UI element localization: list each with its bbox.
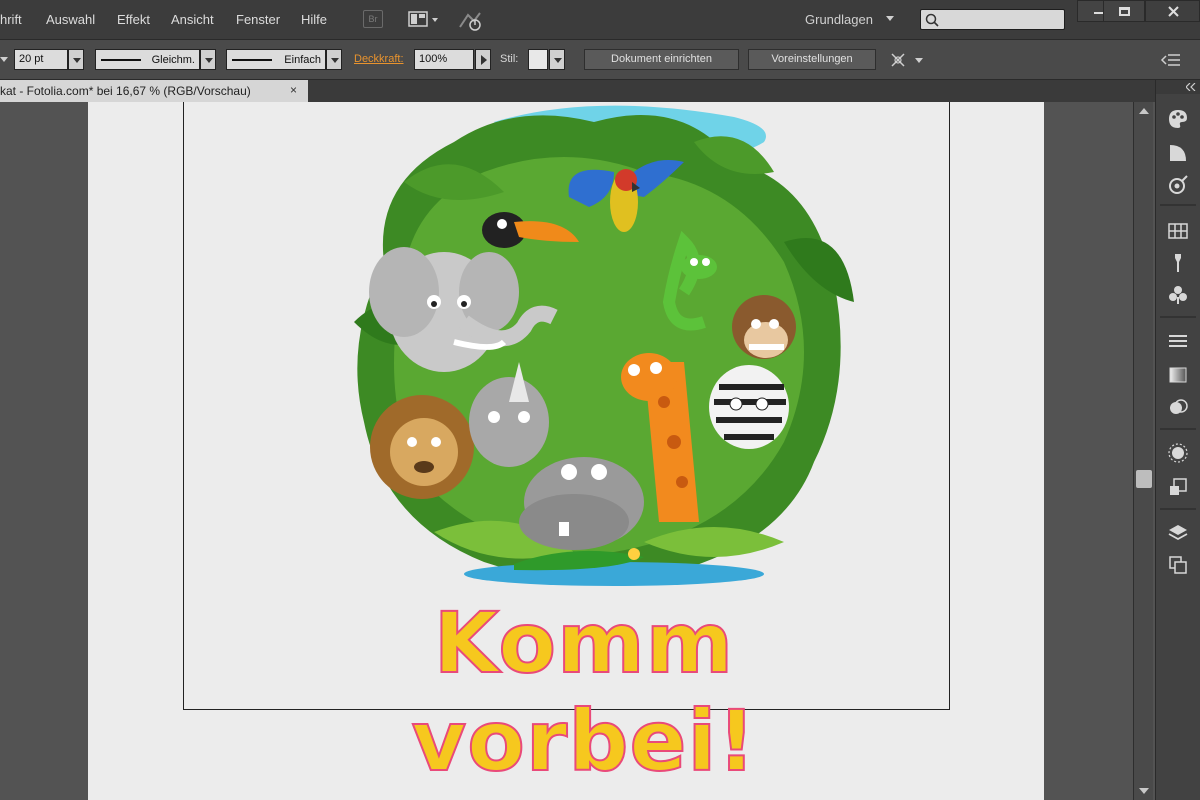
color-icon[interactable] bbox=[1167, 108, 1189, 130]
stroke-size-input[interactable]: 20 pt bbox=[14, 49, 68, 70]
appearance-icon[interactable] bbox=[1167, 442, 1189, 464]
graphic-style-swatch[interactable] bbox=[528, 49, 548, 70]
opacity-input[interactable]: 100% bbox=[414, 49, 474, 70]
profile-line bbox=[101, 59, 141, 61]
scroll-up-icon[interactable] bbox=[1139, 108, 1149, 114]
pasteboard: Komm vorbei! bbox=[88, 102, 1044, 800]
collapse-panels-icon[interactable] bbox=[1186, 83, 1196, 91]
menu-item-hilfe[interactable]: Hilfe bbox=[301, 12, 327, 27]
graphic-styles-icon[interactable] bbox=[1167, 476, 1189, 498]
panel-separator bbox=[1160, 508, 1196, 510]
document-tab-title: kat - Fotolia.com* bei 16,67 % (RGB/Vors… bbox=[0, 84, 251, 98]
maximize-button[interactable] bbox=[1103, 0, 1145, 22]
control-bar: 20 pt Gleichm. Einfach Deckkraft: 100% S… bbox=[0, 40, 1200, 80]
arrange-documents-icon[interactable] bbox=[408, 11, 440, 27]
gradient-icon[interactable] bbox=[1167, 364, 1189, 386]
panel-menu-icon[interactable] bbox=[1160, 52, 1182, 68]
variable-width-profile[interactable]: Gleichm. bbox=[95, 49, 200, 70]
search-input[interactable] bbox=[920, 9, 1065, 30]
workspace-switcher[interactable]: Grundlagen bbox=[805, 12, 873, 27]
vertical-scrollbar[interactable] bbox=[1133, 102, 1153, 800]
brush-line bbox=[232, 59, 272, 61]
menu-item-auswahl[interactable]: Auswahl bbox=[46, 12, 95, 27]
close-icon bbox=[1168, 6, 1179, 17]
opacity-slider-button[interactable] bbox=[475, 49, 491, 70]
artboard[interactable]: Komm vorbei! bbox=[183, 102, 950, 791]
panel-separator bbox=[1160, 428, 1196, 430]
opacity-label[interactable]: Deckkraft: bbox=[354, 53, 404, 65]
artboards-icon[interactable] bbox=[1167, 554, 1189, 576]
document-setup-button[interactable]: Dokument einrichten bbox=[584, 49, 739, 70]
stroke-size-dropdown[interactable] bbox=[68, 49, 84, 70]
headline-text[interactable]: Komm vorbei! bbox=[294, 593, 874, 791]
brush-dropdown[interactable] bbox=[326, 49, 342, 70]
profile-dropdown[interactable] bbox=[200, 49, 216, 70]
gpu-performance-icon[interactable] bbox=[458, 9, 484, 31]
scroll-thumb[interactable] bbox=[1136, 470, 1152, 488]
menu-item-fenster[interactable]: Fenster bbox=[236, 12, 280, 27]
recolor-icon[interactable] bbox=[1167, 174, 1189, 196]
menu-item-effekt[interactable]: Effekt bbox=[117, 12, 150, 27]
tab-close-icon[interactable]: × bbox=[290, 83, 297, 97]
menu-bar: hrift Auswahl Effekt Ansicht Fenster Hil… bbox=[0, 0, 1200, 40]
layers-icon[interactable] bbox=[1167, 522, 1189, 544]
scroll-down-icon[interactable] bbox=[1139, 788, 1149, 794]
bridge-label: Br bbox=[368, 14, 378, 24]
chevron-down-icon[interactable] bbox=[886, 16, 894, 21]
chevron-right-icon bbox=[481, 55, 487, 65]
menu-item-ansicht[interactable]: Ansicht bbox=[171, 12, 214, 27]
stroke-size-stepper-icon[interactable] bbox=[0, 57, 8, 63]
panel-dock-header[interactable] bbox=[1156, 80, 1200, 94]
symbols-icon[interactable] bbox=[1167, 284, 1189, 306]
document-tab[interactable]: kat - Fotolia.com* bei 16,67 % (RGB/Vors… bbox=[0, 80, 308, 102]
bridge-icon[interactable]: Br bbox=[363, 10, 383, 28]
profile-label: Gleichm. bbox=[151, 54, 195, 66]
panel-separator bbox=[1160, 316, 1196, 318]
swatches-icon[interactable] bbox=[1167, 220, 1189, 242]
document-tab-bar: kat - Fotolia.com* bei 16,67 % (RGB/Vors… bbox=[0, 80, 1155, 102]
maximize-icon bbox=[1119, 7, 1130, 16]
arrange-objects-icon[interactable] bbox=[889, 50, 929, 70]
stroke-icon[interactable] bbox=[1167, 330, 1189, 352]
panel-dock bbox=[1155, 80, 1200, 800]
brush-definition[interactable]: Einfach bbox=[226, 49, 326, 70]
preferences-button[interactable]: Voreinstellungen bbox=[748, 49, 876, 70]
color-guide-icon[interactable] bbox=[1167, 142, 1189, 164]
canvas-area[interactable]: Komm vorbei! bbox=[0, 102, 1133, 800]
menu-item-schrift[interactable]: hrift bbox=[0, 12, 22, 27]
style-label: Stil: bbox=[500, 53, 519, 65]
jungle-animals-illustration[interactable] bbox=[314, 102, 874, 592]
panel-separator bbox=[1160, 204, 1196, 206]
graphic-style-dropdown[interactable] bbox=[549, 49, 565, 70]
transparency-icon[interactable] bbox=[1167, 396, 1189, 418]
search-icon bbox=[925, 13, 939, 27]
close-button[interactable] bbox=[1145, 0, 1200, 22]
brush-label: Einfach bbox=[284, 54, 321, 66]
brushes-icon[interactable] bbox=[1167, 252, 1189, 274]
